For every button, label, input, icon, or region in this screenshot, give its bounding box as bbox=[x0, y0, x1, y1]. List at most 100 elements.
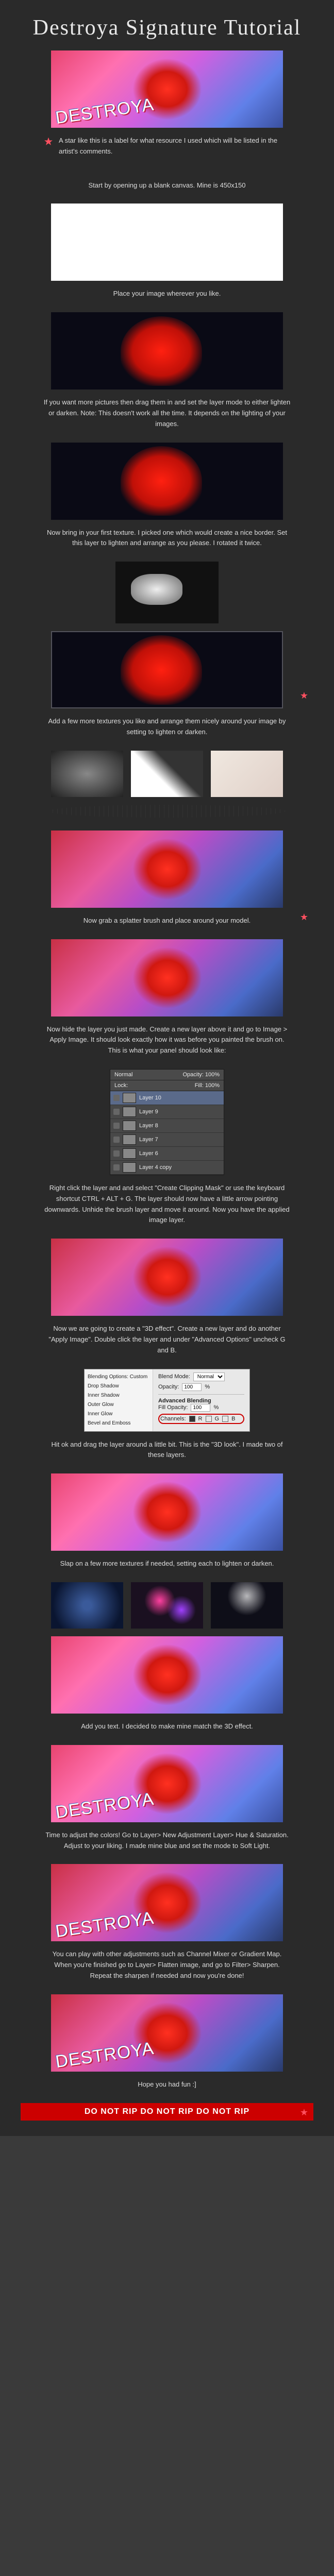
dialog-opacity-label: Opacity: bbox=[158, 1384, 179, 1390]
layer-name: Layer 10 bbox=[139, 1095, 161, 1101]
style-item[interactable]: Blending Options: Custom bbox=[88, 1372, 149, 1382]
star-icon: ★ bbox=[300, 690, 308, 701]
signature-preview-intro bbox=[51, 50, 283, 128]
layer-thumb bbox=[123, 1148, 136, 1159]
step-10-text: Hit ok and drag the layer around a littl… bbox=[43, 1439, 291, 1461]
visibility-icon[interactable] bbox=[113, 1123, 120, 1129]
visibility-icon[interactable] bbox=[113, 1137, 120, 1143]
star-icon: ★ bbox=[300, 2107, 308, 2118]
layer-name: Layer 9 bbox=[139, 1109, 158, 1115]
layer-row[interactable]: Layer 7 bbox=[110, 1133, 224, 1147]
step-11-text: Slap on a few more textures if needed, s… bbox=[43, 1558, 291, 1569]
signature-step-3d bbox=[51, 1473, 283, 1551]
dialog-main: Blend Mode: Normal Opacity: % Advanced B… bbox=[153, 1369, 249, 1431]
channel-g-checkbox[interactable] bbox=[206, 1416, 212, 1422]
lock-label: Lock: bbox=[114, 1082, 128, 1089]
channel-b-label: B bbox=[231, 1416, 235, 1422]
step-5-text: Add a few more textures you like and arr… bbox=[43, 716, 291, 738]
page-title: Destroya Signature Tutorial bbox=[21, 15, 313, 40]
opacity-label: Opacity: 100% bbox=[182, 1072, 220, 1078]
signature-step-moretex bbox=[51, 1636, 283, 1714]
visibility-icon[interactable] bbox=[113, 1150, 120, 1157]
layer-thumb bbox=[123, 1121, 136, 1131]
star-icon bbox=[43, 137, 54, 147]
opacity-input[interactable] bbox=[182, 1383, 202, 1391]
signature-step-hue bbox=[51, 1864, 283, 1941]
layers-panel: Normal Opacity: 100% Lock: Fill: 100% La… bbox=[110, 1069, 224, 1175]
texture-thumb bbox=[211, 1582, 283, 1629]
star-icon: ★ bbox=[300, 912, 308, 923]
step-4-text: Now bring in your first texture. I picke… bbox=[43, 528, 291, 549]
signature-step-text bbox=[51, 1745, 283, 1822]
signature-step-more-images bbox=[51, 443, 283, 520]
fill-input[interactable] bbox=[191, 1404, 210, 1412]
tutorial-container: Destroya Signature Tutorial A star like … bbox=[0, 0, 334, 2136]
divider bbox=[48, 805, 286, 818]
texture-row-1 bbox=[21, 751, 313, 797]
channels-label: Channels: bbox=[160, 1416, 186, 1422]
do-not-rip-banner: DO NOT RIP DO NOT RIP DO NOT RIP bbox=[21, 2103, 313, 2121]
layer-style-dialog: Blending Options: Custom Drop Shadow Inn… bbox=[84, 1369, 250, 1432]
closing-text: Hope you had fun :] bbox=[43, 2079, 291, 2090]
texture-thumb bbox=[51, 751, 123, 797]
step-6-text: Now grab a splatter brush and place arou… bbox=[43, 916, 291, 926]
step-1-text: Start by opening up a blank canvas. Mine… bbox=[43, 180, 291, 191]
step-3-text: If you want more pictures then drag them… bbox=[43, 397, 291, 429]
blank-canvas bbox=[51, 204, 283, 281]
layer-row[interactable]: Layer 6 bbox=[110, 1147, 224, 1161]
visibility-icon[interactable] bbox=[113, 1109, 120, 1115]
channel-g-label: G bbox=[215, 1416, 220, 1422]
texture-thumb bbox=[51, 1582, 123, 1629]
dialog-style-list: Blending Options: Custom Drop Shadow Inn… bbox=[85, 1369, 153, 1431]
signature-step-placed bbox=[51, 312, 283, 389]
layers-header: Normal Opacity: 100% bbox=[110, 1070, 224, 1080]
style-item[interactable]: Inner Glow bbox=[88, 1410, 149, 1419]
layer-thumb bbox=[123, 1162, 136, 1173]
intro-text: A star like this is a label for what res… bbox=[59, 135, 291, 157]
blend-mode-label: Blend Mode: bbox=[158, 1374, 190, 1380]
texture-border-dark bbox=[115, 562, 219, 623]
style-item[interactable]: Outer Glow bbox=[88, 1400, 149, 1410]
layer-thumb bbox=[123, 1107, 136, 1117]
signature-step-clipmask bbox=[51, 1239, 283, 1316]
layer-name: Layer 7 bbox=[139, 1137, 158, 1143]
style-item[interactable]: Drop Shadow bbox=[88, 1382, 149, 1391]
texture-thumb bbox=[131, 1582, 203, 1629]
layer-thumb bbox=[123, 1093, 136, 1103]
step-8-text: Right click the layer and and select "Cr… bbox=[43, 1183, 291, 1226]
layer-row[interactable]: Layer 8 bbox=[110, 1119, 224, 1133]
layer-name: Layer 4 copy bbox=[139, 1164, 172, 1171]
signature-step-textures bbox=[51, 831, 283, 908]
blend-mode-dropdown[interactable]: Normal bbox=[193, 1372, 225, 1381]
style-item[interactable]: Bevel and Emboss bbox=[88, 1419, 149, 1428]
channel-r-label: R bbox=[198, 1416, 203, 1422]
layer-thumb bbox=[123, 1134, 136, 1145]
step-2-text: Place your image wherever you like. bbox=[43, 289, 291, 299]
step-12-text: Add you text. I decided to make mine mat… bbox=[43, 1721, 291, 1732]
layer-row[interactable]: Layer 10 bbox=[110, 1091, 224, 1105]
intro-star-note: A star like this is a label for what res… bbox=[43, 135, 291, 170]
step-7-text: Now hide the layer you just made. Create… bbox=[43, 1024, 291, 1056]
channel-r-checkbox[interactable] bbox=[189, 1416, 195, 1422]
texture-thumb bbox=[211, 751, 283, 797]
layer-row[interactable]: Layer 4 copy bbox=[110, 1161, 224, 1175]
visibility-icon[interactable] bbox=[113, 1164, 120, 1171]
layer-name: Layer 6 bbox=[139, 1150, 158, 1157]
visibility-icon[interactable] bbox=[113, 1095, 120, 1101]
channel-b-checkbox[interactable] bbox=[222, 1416, 228, 1422]
signature-step-splatter bbox=[51, 939, 283, 1016]
layers-lock-row: Lock: Fill: 100% bbox=[110, 1080, 224, 1091]
texture-row-2 bbox=[21, 1582, 313, 1629]
signature-step-final bbox=[51, 1994, 283, 2072]
style-item[interactable]: Inner Shadow bbox=[88, 1391, 149, 1400]
fill-opacity-label: Fill Opacity: bbox=[158, 1404, 188, 1411]
blend-mode-select[interactable]: Normal bbox=[114, 1072, 132, 1078]
texture-thumb bbox=[131, 751, 203, 797]
advanced-blending-heading: Advanced Blending bbox=[158, 1398, 244, 1404]
layer-name: Layer 8 bbox=[139, 1123, 158, 1129]
signature-step-border bbox=[51, 631, 283, 708]
step-14-text: You can play with other adjustments such… bbox=[43, 1949, 291, 1981]
step-9-text: Now we are going to create a "3D effect"… bbox=[43, 1324, 291, 1355]
fill-label: Fill: 100% bbox=[195, 1082, 220, 1089]
layer-row[interactable]: Layer 9 bbox=[110, 1105, 224, 1119]
